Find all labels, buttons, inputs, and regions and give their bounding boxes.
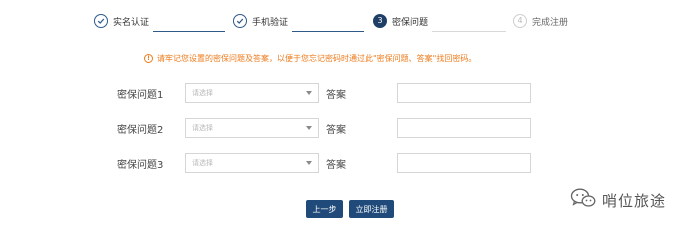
step-connector <box>153 31 225 32</box>
select-placeholder: 请选择 <box>192 124 213 132</box>
select-placeholder: 请选择 <box>192 89 213 97</box>
question-3-select[interactable]: 请选择 <box>185 153 319 173</box>
step-label: 手机验证 <box>252 17 289 28</box>
answer-label: 答案 <box>326 125 346 136</box>
register-now-button[interactable]: 立即注册 <box>349 200 394 218</box>
chevron-down-icon <box>306 126 312 130</box>
step-number-badge: 4 <box>513 14 527 28</box>
step-security-question: 3 密保问题 <box>373 11 428 31</box>
answer-1-input[interactable] <box>397 83 531 103</box>
question-label: 密保问题1 <box>117 90 164 101</box>
question-row-3: 密保问题3 请选择 答案 <box>0 153 692 173</box>
wechat-icon <box>570 188 596 212</box>
answer-label: 答案 <box>326 160 346 171</box>
chevron-down-icon <box>306 91 312 95</box>
question-label: 密保问题3 <box>117 160 164 171</box>
previous-step-button[interactable]: 上一步 <box>306 200 343 218</box>
question-label: 密保问题2 <box>117 125 164 136</box>
chevron-down-icon <box>306 161 312 165</box>
step-number-badge: 3 <box>373 14 387 28</box>
step-label: 完成注册 <box>532 17 569 28</box>
step-connector <box>292 31 364 32</box>
answer-label: 答案 <box>326 90 346 101</box>
step-phone-verify: 手机验证 <box>233 11 288 31</box>
watermark-text: 哨位旅途 <box>602 191 667 210</box>
exclamation-circle-icon: ! <box>144 54 153 63</box>
question-row-2: 密保问题2 请选择 答案 <box>0 118 692 138</box>
select-placeholder: 请选择 <box>192 159 213 167</box>
step-connector <box>432 31 506 32</box>
answer-2-input[interactable] <box>397 118 531 138</box>
check-circle-icon <box>94 14 108 28</box>
step-real-name: 实名认证 <box>94 11 149 31</box>
notice-text: 请牢记您设置的密保问题及答案，以便于您忘记密码时通过此"密保问题、答案"找回密码… <box>157 54 477 63</box>
watermark: 哨位旅途 <box>570 188 666 212</box>
question-1-select[interactable]: 请选择 <box>185 83 319 103</box>
step-complete: 4 完成注册 <box>513 11 568 31</box>
step-label: 密保问题 <box>392 17 429 28</box>
security-notice: ! 请牢记您设置的密保问题及答案，以便于您忘记密码时通过此"密保问题、答案"找回… <box>144 53 476 64</box>
check-circle-icon <box>233 14 247 28</box>
question-row-1: 密保问题1 请选择 答案 <box>0 83 692 103</box>
step-label: 实名认证 <box>113 17 150 28</box>
answer-3-input[interactable] <box>397 153 531 173</box>
registration-stepper: 实名认证 手机验证 3 密保问题 4 完成注册 <box>0 11 692 32</box>
question-2-select[interactable]: 请选择 <box>185 118 319 138</box>
